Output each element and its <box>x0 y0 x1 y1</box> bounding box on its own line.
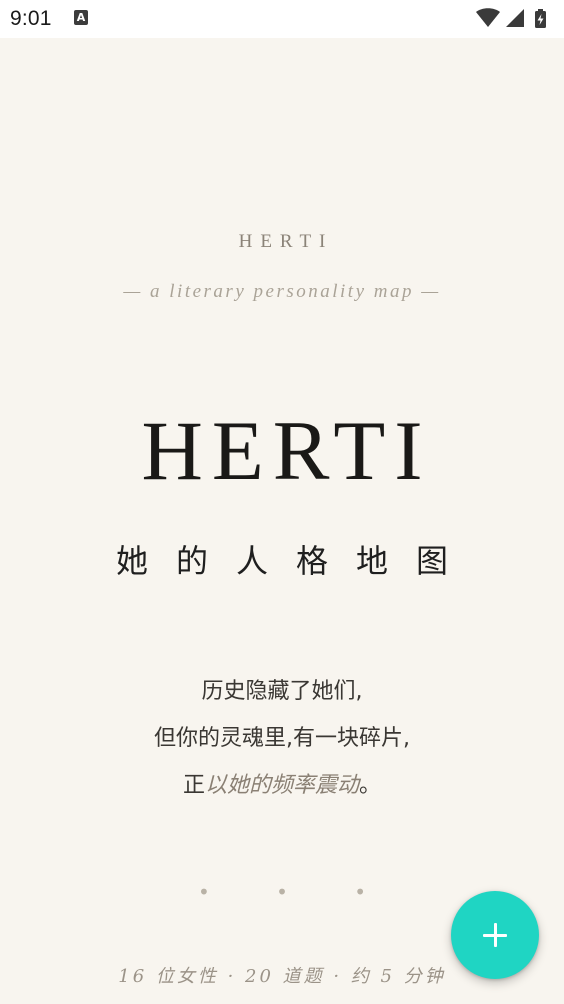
wifi-icon <box>476 8 500 27</box>
intro-poem: 历史隐藏了她们, 但你的灵魂里,有一块碎片, 正以她的频率震动。 <box>0 668 564 809</box>
status-time: 9:01 <box>10 7 52 30</box>
chinese-subtitle: 她的人格地图 <box>115 542 476 580</box>
poem-line-3-suffix: 。 <box>359 773 382 798</box>
add-button[interactable] <box>451 891 539 979</box>
poem-line-1: 历史隐藏了她们, <box>201 679 363 704</box>
status-icons <box>474 8 556 30</box>
status-bar: 9:01 A <box>0 0 564 38</box>
brand-large-title: HERTI <box>141 404 432 498</box>
battery-charging-icon <box>535 9 546 28</box>
poem-line-3: 正以她的频率震动。 <box>0 762 564 809</box>
tagline: — a literary personality map — <box>123 281 441 302</box>
brand-small-title: HERTI <box>238 231 334 252</box>
plus-icon <box>483 923 507 947</box>
cellular-signal-icon <box>506 9 524 27</box>
poem-line-2: 但你的灵魂里,有一块碎片, <box>154 726 410 751</box>
app-notification-icon: A <box>74 10 88 25</box>
poem-line-3-emphasis: 以她的频率震动 <box>204 773 359 798</box>
app-screen: HERTI — a literary personality map — HER… <box>0 38 564 1004</box>
poem-line-3-prefix: 正 <box>182 773 205 798</box>
